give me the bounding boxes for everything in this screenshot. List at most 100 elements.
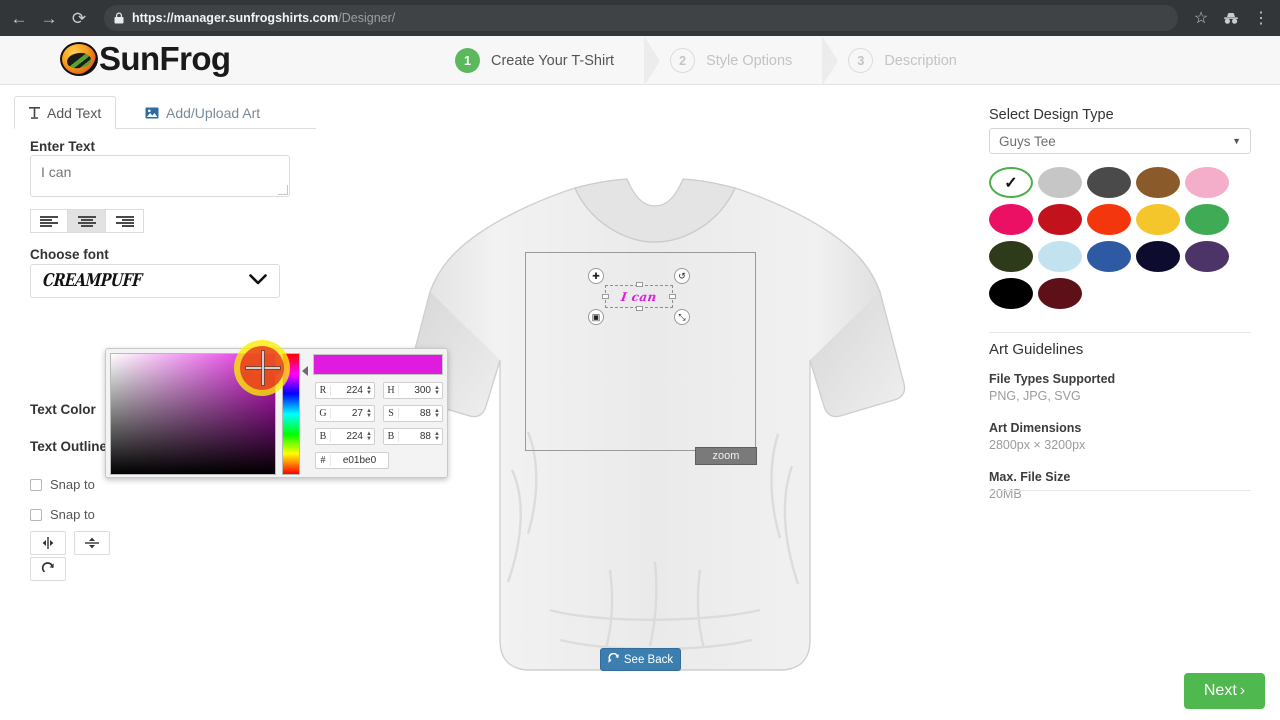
- swatch-cardinal-red[interactable]: [1038, 204, 1082, 235]
- swatch-irish-green[interactable]: [1185, 204, 1229, 235]
- color-picker-popup[interactable]: R 224 ▲ ▼ G 27 ▲ ▼ B 224 ▲ ▼ H 300 ▲ ▼ S 88 …: [105, 348, 448, 478]
- enter-text-label: Enter Text: [30, 139, 96, 154]
- address-bar[interactable]: https://manager.sunfrogshirts.com/Design…: [104, 5, 1178, 31]
- zoom-button[interactable]: zoom: [695, 447, 757, 465]
- step-2-label: Style Options: [706, 52, 793, 69]
- image-upload-icon: [145, 107, 159, 119]
- step-description[interactable]: 3 Description: [848, 36, 987, 85]
- blue-label: B: [316, 431, 331, 442]
- red-field[interactable]: R 224 ▲ ▼: [315, 382, 375, 399]
- green-field[interactable]: G 27 ▲ ▼: [315, 405, 375, 422]
- star-icon[interactable]: ☆: [1186, 3, 1216, 33]
- saturation-label: S: [384, 408, 399, 419]
- art-guidelines-section: Art Guidelines File Types Supported PNG,…: [989, 341, 1251, 519]
- swatch-navy[interactable]: [1136, 241, 1180, 272]
- font-select-value: CREAMPUFF: [42, 271, 143, 291]
- reload-icon[interactable]: ⟳: [64, 3, 94, 33]
- incognito-icon[interactable]: [1216, 3, 1246, 33]
- bottom-mid-handle[interactable]: [635, 306, 643, 311]
- hue-slider[interactable]: [282, 353, 300, 475]
- swatch-royal-blue[interactable]: [1087, 241, 1131, 272]
- blue-value: 224: [346, 431, 363, 442]
- hex-value: e01be0: [342, 455, 377, 466]
- forward-arrow-icon[interactable]: →: [34, 3, 64, 33]
- snap-checkbox-1[interactable]: [30, 478, 42, 491]
- saturation-value-area[interactable]: [110, 353, 276, 475]
- divider-top: [989, 332, 1251, 333]
- swatch-brown[interactable]: [1136, 167, 1180, 198]
- swatch-hot-pink[interactable]: [989, 204, 1033, 235]
- right-mid-handle[interactable]: [669, 294, 676, 299]
- center-horizontally-button[interactable]: [30, 531, 66, 555]
- brightness-spinner[interactable]: ▲ ▼: [434, 431, 442, 442]
- green-spinner[interactable]: ▲ ▼: [366, 408, 374, 419]
- select-design-type-label: Select Design Type: [989, 107, 1114, 123]
- url-text: https://manager.sunfrogshirts.com/Design…: [132, 11, 395, 25]
- text-align-group: [30, 209, 144, 233]
- hex-label: #: [316, 455, 331, 466]
- resize-handle[interactable]: ⤡: [674, 309, 690, 325]
- tab-add-upload-art[interactable]: Add/Upload Art: [131, 96, 274, 129]
- hue-spinner[interactable]: ▲ ▼: [434, 385, 442, 396]
- step-create-your-tshirt[interactable]: 1 Create Your T-Shirt: [455, 36, 644, 85]
- url-domain: https://manager.sunfrogshirts.com: [132, 11, 339, 25]
- art-dimensions-value: 2800px × 3200px: [989, 438, 1086, 452]
- design-options-panel: Select Design Type Guys Tee ▼ ✓ Art Guid…: [980, 85, 1280, 720]
- swatch-black[interactable]: [989, 278, 1033, 309]
- brightness-field[interactable]: B 88 ▲ ▼: [383, 428, 443, 445]
- chevron-right-icon: ›: [1239, 682, 1246, 699]
- tab-add-text[interactable]: Add Text: [14, 96, 117, 129]
- top-mid-handle[interactable]: [635, 282, 643, 287]
- red-label: R: [316, 385, 331, 396]
- swatch-purple[interactable]: [1185, 241, 1229, 272]
- left-mid-handle[interactable]: [602, 294, 609, 299]
- url-path: /Designer/: [338, 11, 396, 25]
- snap-checkbox-2[interactable]: [30, 508, 42, 521]
- refresh-icon: [608, 652, 619, 667]
- layer-handle[interactable]: ▣: [588, 309, 604, 325]
- swatch-forest-green[interactable]: [989, 241, 1033, 272]
- saturation-field[interactable]: S 88 ▲ ▼: [383, 405, 443, 422]
- center-vertically-button[interactable]: [74, 531, 110, 555]
- blue-field[interactable]: B 224 ▲ ▼: [315, 428, 375, 445]
- step-style-options[interactable]: 2 Style Options: [670, 36, 822, 85]
- text-input[interactable]: [30, 155, 290, 197]
- three-dot-menu-icon[interactable]: ⋮: [1246, 3, 1276, 33]
- swatch-sport-grey[interactable]: [1038, 167, 1082, 198]
- swatch-white[interactable]: ✓: [989, 167, 1033, 198]
- reset-button[interactable]: [30, 557, 66, 581]
- brightness-value: 88: [419, 431, 431, 442]
- sunfrog-logo[interactable]: SunFrog: [60, 40, 231, 78]
- next-button[interactable]: Next ›: [1184, 673, 1265, 709]
- tab-add-text-label: Add Text: [47, 104, 102, 121]
- see-back-button[interactable]: See Back: [600, 648, 681, 671]
- align-right-button[interactable]: [106, 209, 144, 233]
- hue-field[interactable]: H 300 ▲ ▼: [383, 382, 443, 399]
- swatch-light-pink[interactable]: [1185, 167, 1229, 198]
- hex-field[interactable]: # e01be0: [315, 452, 389, 469]
- swatch-charcoal[interactable]: [1087, 167, 1131, 198]
- tab-add-upload-art-label: Add/Upload Art: [166, 104, 261, 121]
- step-1-label: Create Your T-Shirt: [491, 52, 615, 69]
- text-tool-icon: [29, 106, 40, 119]
- rotate-handle[interactable]: ↺: [674, 268, 690, 284]
- snap-to-option-2[interactable]: Snap to: [30, 507, 95, 522]
- back-arrow-icon[interactable]: ←: [4, 3, 34, 33]
- snap-to-option-1[interactable]: Snap to: [30, 477, 95, 492]
- swatch-light-blue[interactable]: [1038, 241, 1082, 272]
- design-type-select[interactable]: Guys Tee ▼: [989, 128, 1251, 154]
- swatch-orange[interactable]: [1087, 204, 1131, 235]
- selected-text-object[interactable]: I can ✚ ↺ ▣ ⤡: [588, 268, 690, 325]
- align-center-button[interactable]: [68, 209, 106, 233]
- align-left-button[interactable]: [30, 209, 68, 233]
- blue-spinner[interactable]: ▲ ▼: [366, 431, 374, 442]
- move-handle[interactable]: ✚: [588, 268, 604, 284]
- sv-cursor-handle[interactable]: [254, 365, 263, 374]
- step-3-number: 3: [848, 48, 874, 73]
- saturation-spinner[interactable]: ▲ ▼: [434, 408, 442, 419]
- font-select[interactable]: CREAMPUFF: [30, 264, 280, 298]
- red-spinner[interactable]: ▲ ▼: [366, 385, 374, 396]
- swatch-gold[interactable]: [1136, 204, 1180, 235]
- swatch-maroon[interactable]: [1038, 278, 1082, 309]
- text-color-label: Text Color: [30, 402, 96, 417]
